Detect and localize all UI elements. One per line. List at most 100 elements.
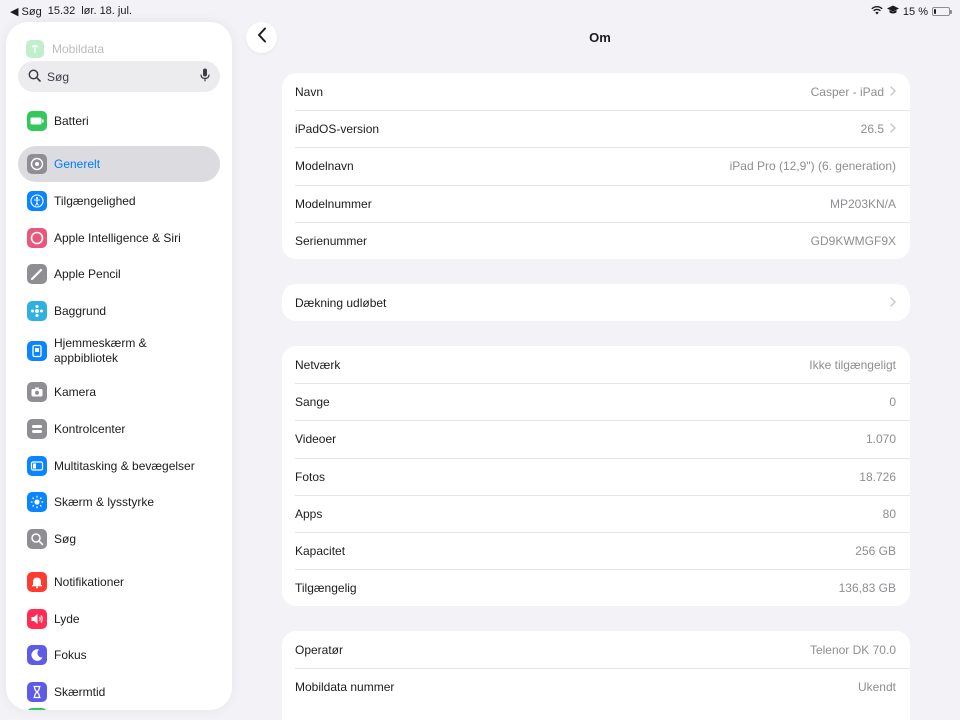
settings-row-dækning-udløbet[interactable]: Dækning udløbet	[295, 284, 910, 321]
sidebar-item-label: Baggrund	[54, 303, 107, 318]
sidebar-item-batteri[interactable]: Batteri	[18, 103, 220, 139]
row-value-container: Casper - iPad	[811, 85, 896, 99]
sidebar-item-label: Lyde	[54, 611, 80, 626]
page-title: Om	[589, 30, 611, 45]
sidebar-item-apple-pencil[interactable]: Apple Pencil	[18, 256, 220, 292]
settings-row-serienummer: Serienummer GD9KWMGF9X	[295, 221, 910, 259]
row-label: Videoer	[295, 432, 337, 447]
row-value-container: Ikke tilgængeligt	[809, 358, 896, 372]
sidebar-item-label: Apple Pencil	[54, 266, 121, 281]
sidebar-item-generelt[interactable]: Generelt	[18, 146, 220, 182]
sidebar-item-hjemmeskærm-appbibliotek[interactable]: Hjemmeskærm & appbibliotek	[18, 333, 220, 369]
row-value: Telenor DK 70.0	[809, 642, 896, 657]
settings-row-fotos: Fotos 18.726	[295, 457, 910, 495]
settings-row-modelnavn: Modelnavn iPad Pro (12,9") (6. generation…	[295, 147, 910, 184]
settings-row-sange: Sange 0	[295, 383, 910, 420]
multitasking-icon	[27, 456, 47, 476]
row-value: iPad Pro (12,9") (6. generation)	[729, 159, 896, 174]
row-value: 18.726	[859, 469, 896, 484]
row-value: Ukendt	[857, 680, 896, 695]
row-label: Apps	[295, 506, 323, 521]
moon-icon	[27, 645, 47, 665]
row-value: Casper - iPad	[810, 84, 884, 99]
back-button[interactable]	[246, 22, 277, 53]
battery-icon	[27, 111, 47, 131]
row-label: Navn	[295, 84, 324, 99]
row-label: Sange	[295, 395, 330, 410]
sidebar-item-label: Kamera	[54, 384, 97, 399]
settings-row-netværk: Netværk Ikke tilgængeligt	[295, 346, 910, 383]
row-label: Modelnummer	[295, 196, 372, 211]
row-value-container: Ukendt	[858, 680, 896, 694]
row-value: 256 GB	[855, 544, 896, 559]
row-label: Tilgængelig	[295, 581, 357, 596]
chevron-right-icon	[890, 85, 896, 99]
row-value: Ikke tilgængeligt	[809, 357, 896, 372]
sidebar-item-notifikationer[interactable]: Notifikationer	[18, 564, 220, 600]
chevron-left-icon	[257, 27, 267, 48]
chevron-right-icon	[890, 122, 896, 136]
siri-icon	[27, 228, 47, 248]
battery-percentage: 15 %	[902, 5, 928, 18]
sidebar-item-label: Hjemmeskærm & appbibliotek	[54, 336, 147, 365]
sidebar-item-label: Tilgængelighed	[54, 193, 136, 208]
sidebar-item-fokus[interactable]: Fokus	[18, 637, 220, 673]
sidebar-item-kamera[interactable]: Kamera	[18, 374, 220, 410]
settings-row-videoer: Videoer 1.070	[295, 420, 910, 457]
sidebar-item-label: Kontrolcenter	[54, 421, 126, 436]
row-value-container: 0	[889, 395, 896, 409]
sidebar-item-søg[interactable]: Søg	[18, 521, 220, 557]
sidebar-item-skærm-lysstyrke[interactable]: Skærm & lysstyrke	[18, 484, 220, 520]
row-value-container	[884, 296, 896, 310]
settings-group: Netværk Ikke tilgængeligt Sange 0 Videoer 1.0…	[282, 346, 910, 607]
pencil-icon	[27, 264, 47, 284]
accessibility-icon	[27, 191, 47, 211]
search-icon	[27, 529, 47, 549]
row-label: Fotos	[295, 469, 326, 484]
sidebar-item-baggrund[interactable]: Baggrund	[18, 293, 220, 329]
row-value: 0	[889, 395, 896, 410]
antenna-icon	[26, 40, 44, 58]
sidebar-item-lyde[interactable]: Lyde	[18, 601, 220, 637]
row-label: Kapacitet	[295, 544, 346, 559]
row-value-container: 256 GB	[855, 544, 896, 558]
microphone-icon[interactable]	[200, 68, 210, 85]
sidebar-item-partial[interactable]	[18, 700, 220, 710]
settings-row-apps: Apps 80	[295, 494, 910, 532]
sidebar-item-label: Notifikationer	[54, 574, 125, 589]
sidebar-item-label: Batteri	[54, 113, 89, 128]
row-value-container: MP203KN/A	[830, 197, 896, 211]
sidebar-item-mobildata[interactable]: Mobildata	[26, 40, 104, 58]
row-label: Mobildata nummer	[295, 680, 395, 695]
settings-row-navn[interactable]: Navn Casper - iPad	[295, 73, 910, 110]
row-value: MP203KN/A	[829, 196, 896, 211]
settings-row-mobildata-nummer: Mobildata nummer Ukendt	[295, 668, 910, 705]
sidebar-item-kontrolcenter[interactable]: Kontrolcenter	[18, 411, 220, 447]
battery-level-fill	[934, 9, 937, 14]
sidebar-item-label: Generelt	[54, 156, 101, 171]
row-value-container: 80	[883, 507, 896, 521]
settings-row-kapacitet: Kapacitet 256 GB	[295, 531, 910, 569]
sidebar-item-apple-intelligence-siri[interactable]: Apple Intelligence & Siri	[18, 220, 220, 256]
gear-icon	[27, 154, 47, 174]
row-label: iPadOS-version	[295, 122, 380, 137]
settings-row-ipados-version[interactable]: iPadOS-version 26.5	[295, 110, 910, 147]
sidebar-item-label: Søg	[54, 531, 77, 546]
settings-row-tilgængelig: Tilgængelig 136,83 GB	[295, 569, 910, 606]
row-value-container: GD9KWMGF9X	[811, 234, 896, 248]
status-date: lør. 18. jul.	[81, 5, 132, 17]
settings-group: Navn Casper - iPad iPadOS-version 26.5 Model…	[282, 73, 910, 259]
sidebar-item-multitasking-bevægelser[interactable]: Multitasking & bevægelser	[18, 448, 220, 484]
settings-sidebar: Mobildata Søg Batteri Generelt Tilgængelig…	[6, 22, 232, 710]
brightness-icon	[27, 492, 47, 512]
row-label: Modelnavn	[295, 159, 354, 174]
row-value: 1.070	[865, 432, 896, 447]
row-label: Serienummer	[295, 233, 368, 248]
control-center-icon	[27, 419, 47, 439]
home-screen-icon	[27, 341, 47, 361]
sidebar-item-tilgængelighed[interactable]: Tilgængelighed	[18, 183, 220, 219]
row-value: 80	[882, 506, 896, 521]
search-field[interactable]: Søg	[18, 61, 220, 92]
back-to-app-link[interactable]: ◀ Søg	[10, 5, 42, 18]
sidebar-item-label: Fokus	[54, 647, 87, 662]
